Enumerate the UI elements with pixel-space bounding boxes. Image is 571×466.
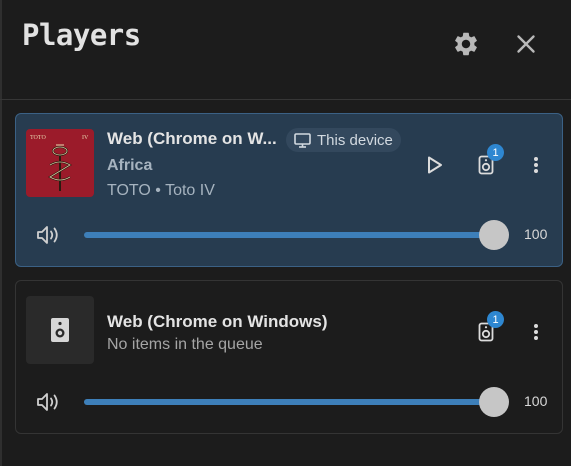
track-title: Africa <box>107 157 153 174</box>
volume-slider-fill <box>84 399 494 405</box>
volume-icon <box>37 393 58 411</box>
volume-slider-thumb[interactable] <box>479 220 509 250</box>
this-device-badge: This device <box>286 128 401 152</box>
this-device-label: This device <box>317 131 393 149</box>
player-name: Web (Chrome on Windows) <box>107 312 328 331</box>
volume-button[interactable] <box>34 220 64 250</box>
queue-count-badge: 1 <box>487 144 504 161</box>
queue-count-badge: 1 <box>487 311 504 328</box>
volume-value: 100 <box>524 226 548 242</box>
artist-album: TOTO • Toto IV <box>107 182 215 199</box>
more-options-button[interactable] <box>521 150 551 180</box>
album-art: TOTO IV <box>26 129 94 197</box>
queue-button[interactable]: 1 <box>471 311 504 347</box>
volume-button[interactable] <box>34 387 64 417</box>
close-button[interactable] <box>508 26 544 62</box>
close-icon <box>517 35 535 53</box>
panel-header: Players <box>0 0 571 100</box>
volume-icon <box>37 226 58 244</box>
play-icon <box>428 156 442 174</box>
more-options-button[interactable] <box>521 317 551 347</box>
settings-button[interactable] <box>448 26 484 62</box>
volume-slider-fill <box>84 232 494 238</box>
volume-slider[interactable] <box>84 220 509 250</box>
volume-slider-thumb[interactable] <box>479 387 509 417</box>
play-button[interactable] <box>420 150 450 180</box>
album-art-text-left: TOTO <box>30 135 46 141</box>
header-divider <box>0 99 571 100</box>
gear-icon <box>455 32 477 56</box>
page-title: Players <box>22 18 141 52</box>
volume-value: 100 <box>524 393 548 409</box>
album-art-image: TOTO IV <box>26 129 94 197</box>
player-name: Web (Chrome on W... <box>107 129 277 148</box>
speaker-placeholder-icon <box>51 318 69 342</box>
album-art-text-right: IV <box>82 135 89 141</box>
player-card-idle[interactable]: Web (Chrome on Windows) No items in the … <box>15 280 563 434</box>
more-vertical-icon <box>534 324 538 340</box>
more-vertical-icon <box>534 157 538 173</box>
player-card-active[interactable]: TOTO IV Web (Chrome on W... This device … <box>15 113 563 267</box>
queue-button[interactable]: 1 <box>471 144 504 180</box>
volume-slider[interactable] <box>84 387 509 417</box>
players-panel: Players TOTO IV Web (Chrome on W... This… <box>0 0 571 466</box>
queue-status: No items in the queue <box>107 336 263 353</box>
monitor-icon <box>294 132 311 148</box>
speaker-placeholder <box>26 296 94 364</box>
